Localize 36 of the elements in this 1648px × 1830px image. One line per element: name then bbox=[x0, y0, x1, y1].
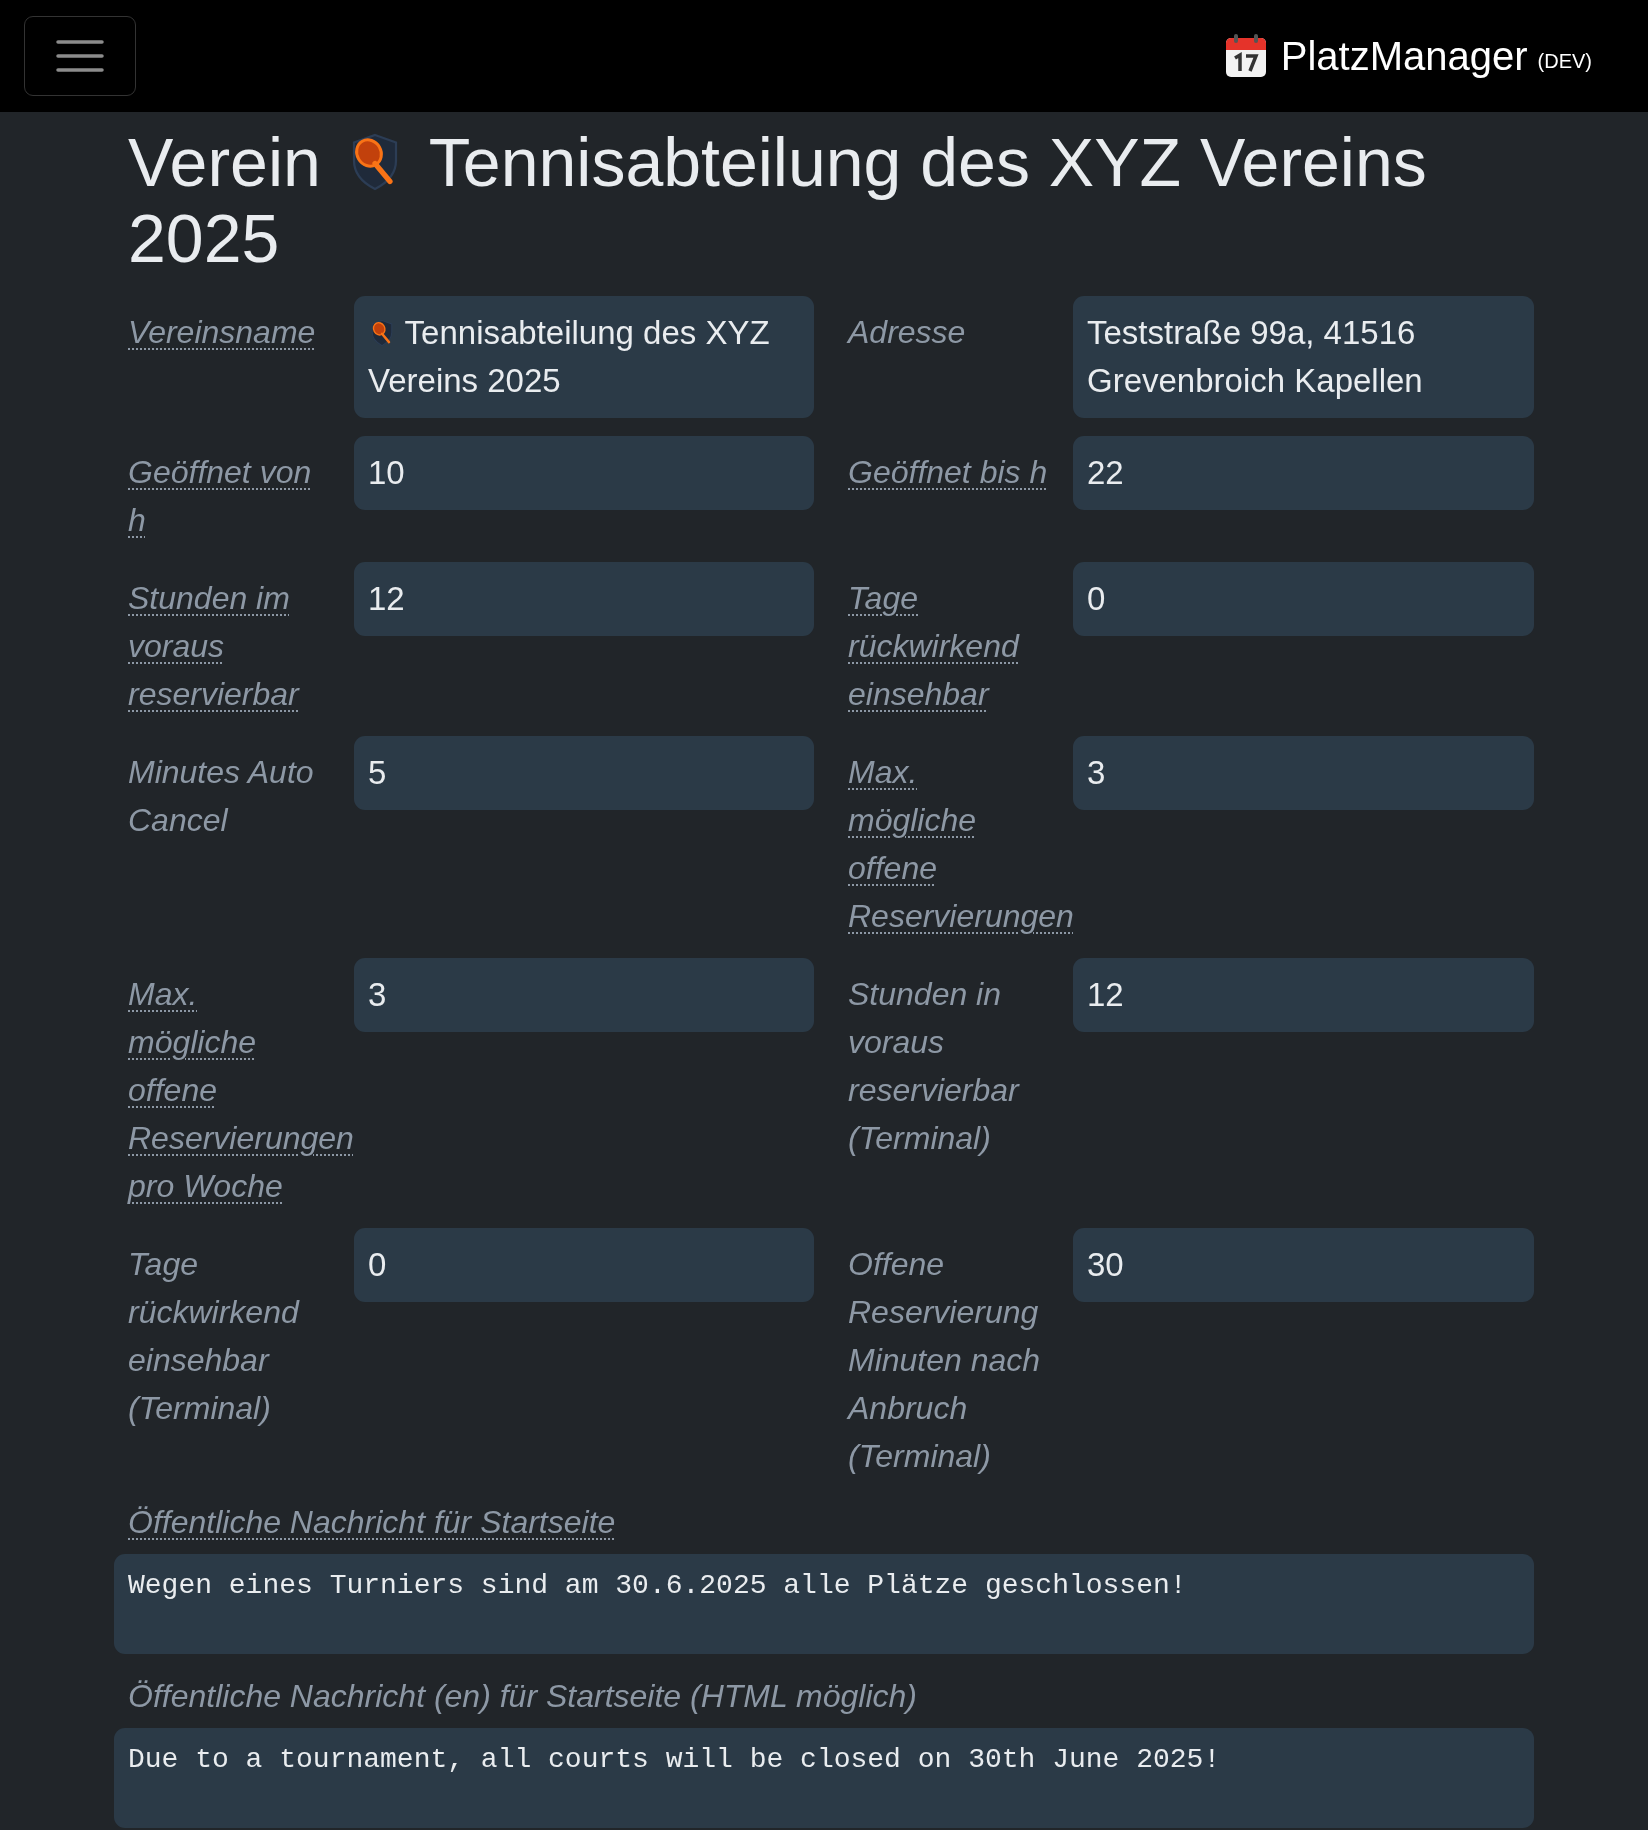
input-field[interactable]: 3 bbox=[354, 958, 814, 1032]
input-field[interactable]: 30 bbox=[1073, 1228, 1534, 1302]
field-label: Tage rückwirkend einsehbar bbox=[848, 580, 1019, 712]
text-area[interactable]: Wegen eines Turniers sind am 30.6.2025 alle Plätze geschlossen! bbox=[114, 1554, 1534, 1654]
menu-icon bbox=[56, 39, 104, 73]
field-label: Geöffnet von h bbox=[128, 454, 312, 538]
page-title: Verein bbox=[128, 124, 321, 200]
input-field[interactable]: Teststraße 99a, 41516 Grevenbroich Kapellen bbox=[1073, 296, 1534, 418]
input-field[interactable]: 0 bbox=[1073, 562, 1534, 636]
brand-link[interactable]: PlatzManager (DEV) bbox=[1224, 33, 1592, 79]
input-field[interactable]: 12 bbox=[354, 562, 814, 636]
input-field[interactable]: 22 bbox=[1073, 436, 1534, 510]
menu-button[interactable] bbox=[24, 16, 136, 96]
input-field[interactable]: 5 bbox=[354, 736, 814, 810]
input-field[interactable]: 3 bbox=[1073, 736, 1534, 810]
field-label: Öffentliche Nachricht für Startseite bbox=[128, 1503, 616, 1542]
field-label: Minutes Auto Cancel bbox=[128, 754, 314, 838]
calendar-icon bbox=[1224, 34, 1267, 78]
field-label: Adresse bbox=[848, 314, 966, 350]
field-label: Max. mögliche offene Reservierungen pro Woche bbox=[128, 976, 354, 1204]
field-label: Geöffnet bis h bbox=[848, 454, 1048, 490]
field-label: Stunden in voraus reservierbar (Terminal) bbox=[848, 976, 1019, 1156]
field-label: Öffentliche Nachricht (en) für Startseite (HTML möglich) bbox=[128, 1677, 917, 1716]
input-field[interactable]: 0 bbox=[354, 1228, 814, 1302]
field-label: Offene Reservierung Minuten nach Anbruch (Terminal) bbox=[848, 1246, 1041, 1474]
input-field[interactable]: 12 bbox=[1073, 958, 1534, 1032]
field-label: Stunden im voraus reservierbar bbox=[128, 580, 299, 712]
field-label: Vereinsname bbox=[128, 314, 316, 350]
environment-label: (DEV) bbox=[1537, 49, 1592, 73]
input-field[interactable]: Tennisabteilung des XYZ Vereins 2025 bbox=[354, 296, 814, 418]
field-label: Max. mögliche offene Reservierungen bbox=[848, 754, 1074, 934]
text-area[interactable]: Due to a tournament, all courts will be closed on 30th June 2025! bbox=[114, 1728, 1534, 1828]
club-name-heading: 2025 bbox=[128, 200, 281, 276]
club-name-heading: Tennisabteilung des XYZ Vereins bbox=[428, 124, 1427, 200]
field-label: Tage rückwirkend einsehbar (Terminal) bbox=[128, 1246, 299, 1426]
input-field[interactable]: 10 bbox=[354, 436, 814, 510]
